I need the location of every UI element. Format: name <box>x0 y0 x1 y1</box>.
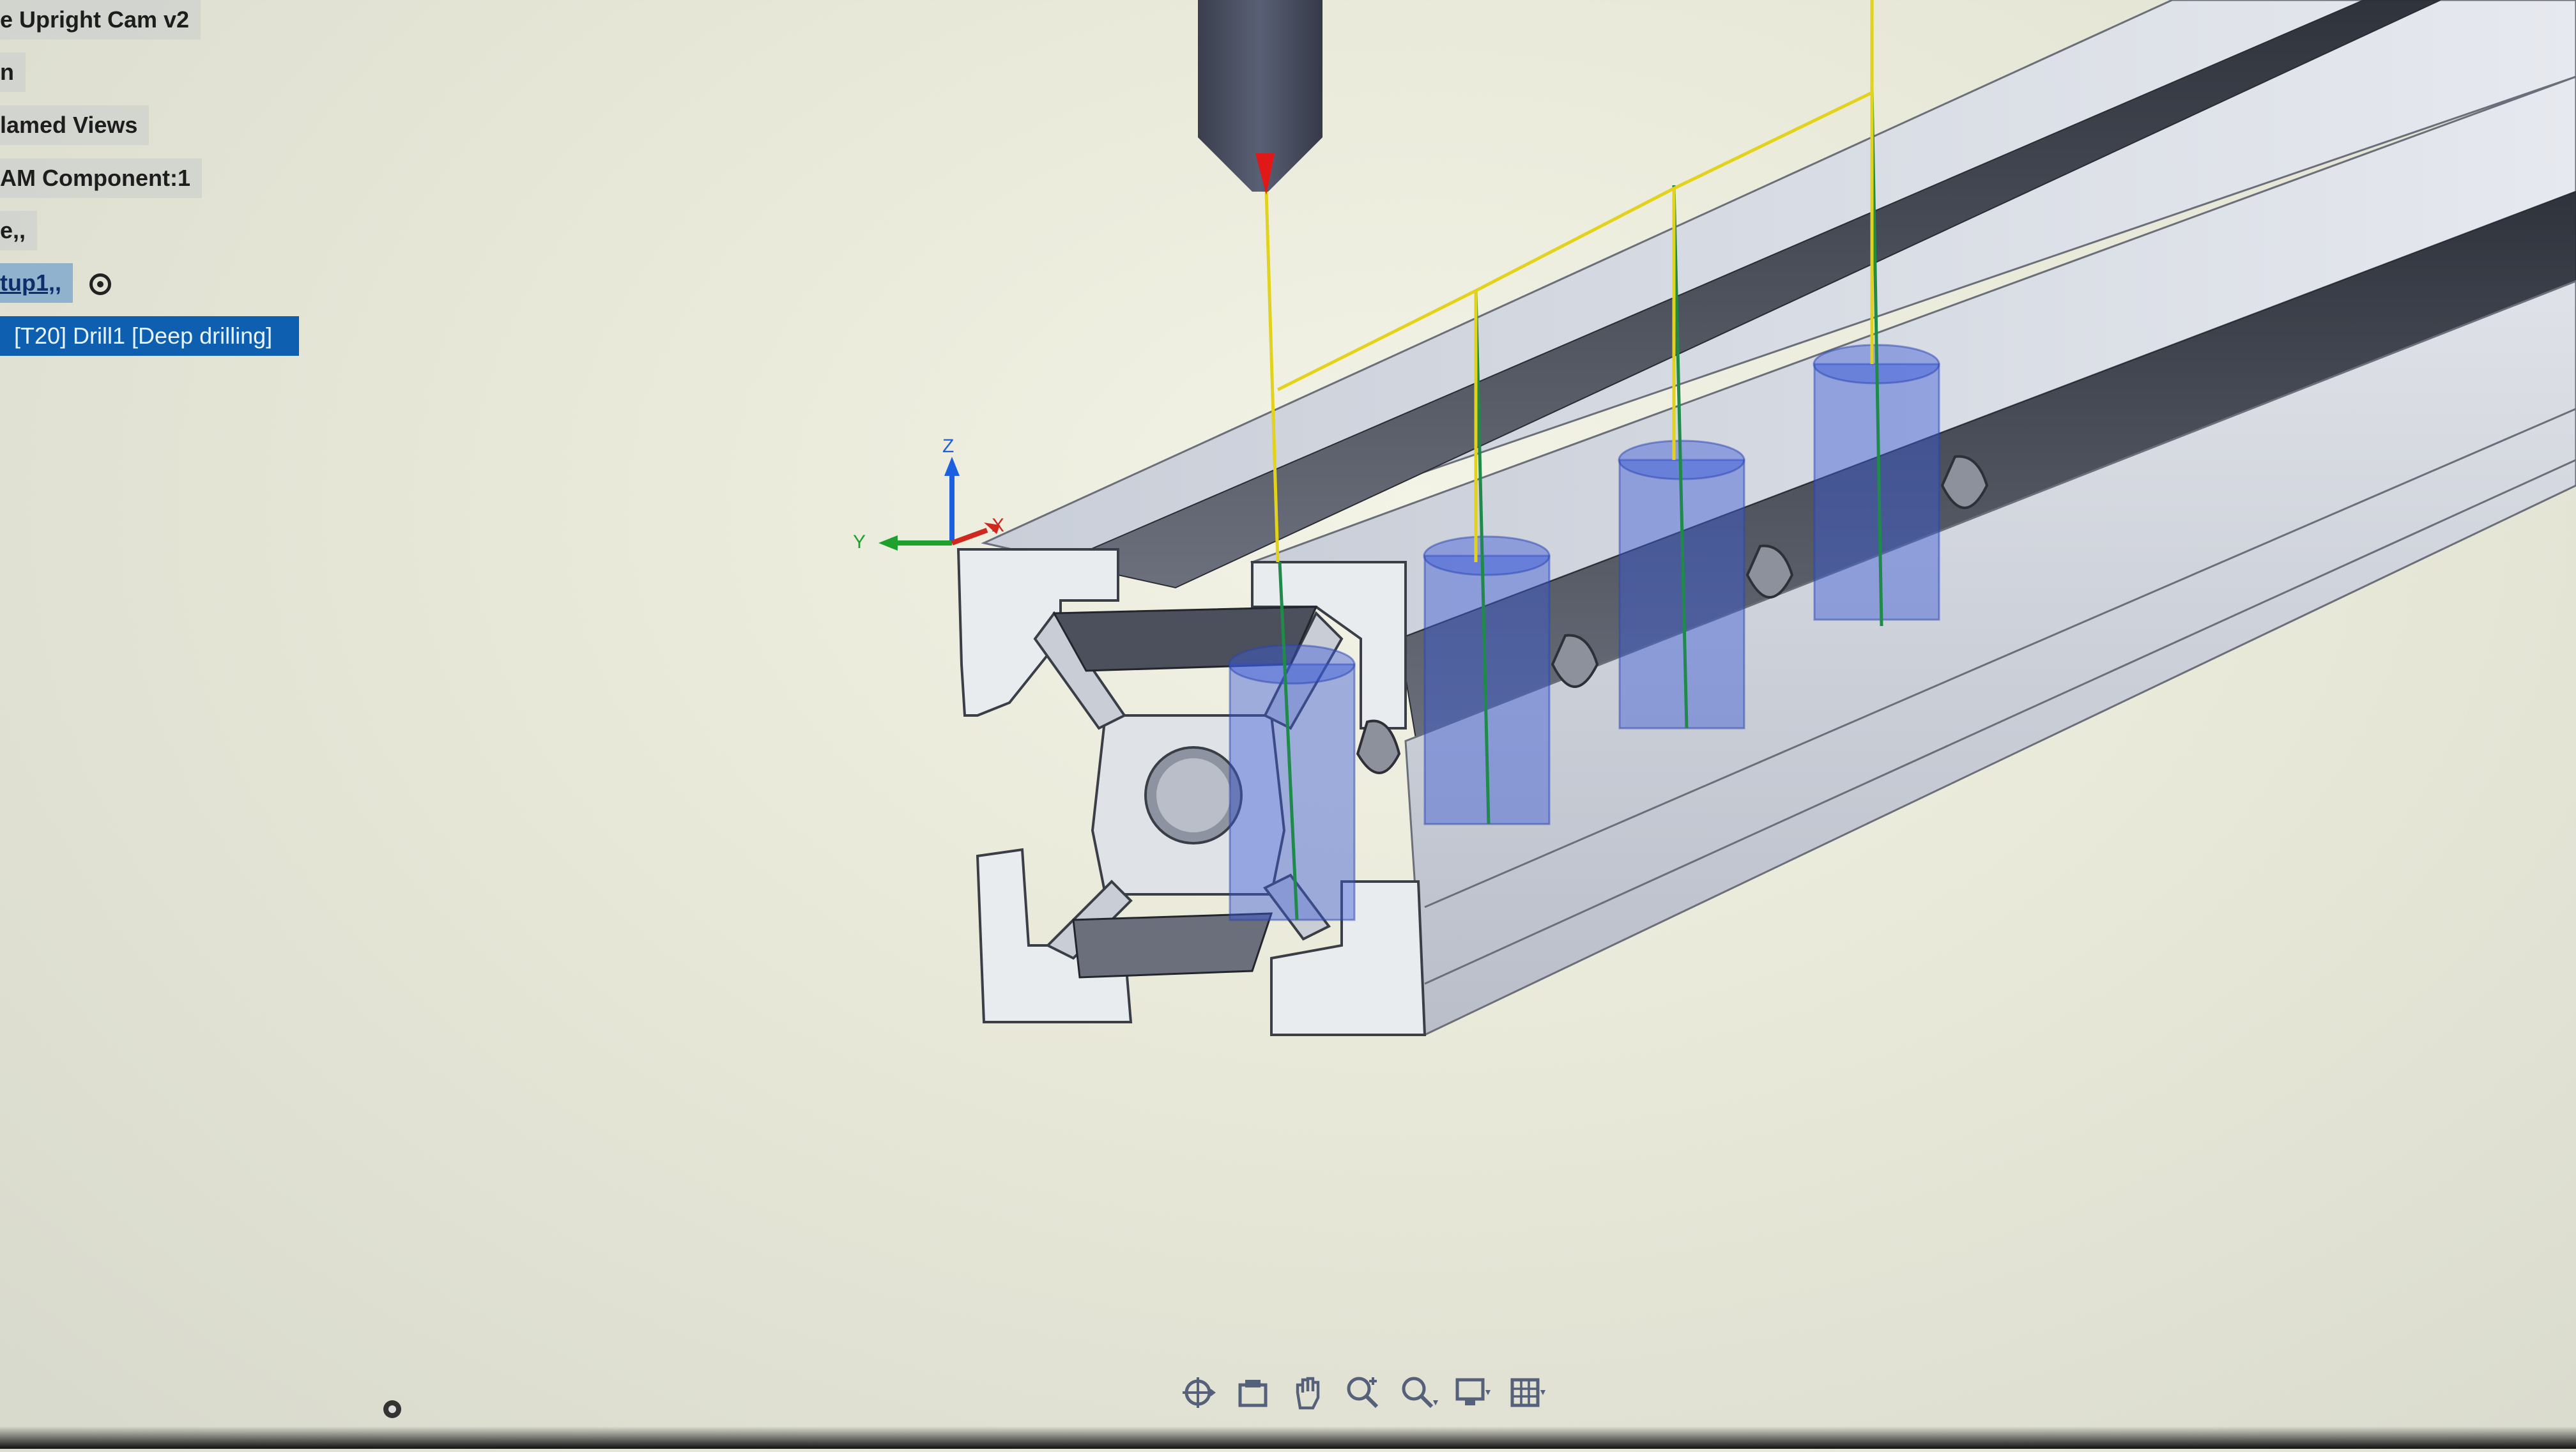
fit-icon[interactable] <box>1395 1370 1440 1415</box>
look-at-icon[interactable] <box>1230 1370 1275 1415</box>
tree-item-document[interactable]: e Upright Cam v2 <box>0 0 201 40</box>
viewport-canvas[interactable]: Z Y X <box>0 0 2576 1449</box>
navigation-toolbar <box>1176 1367 1550 1418</box>
status-indicator-icon[interactable] <box>383 1400 401 1418</box>
tree-item-units[interactable]: n <box>0 52 26 92</box>
axis-triad: Z Y X <box>853 436 1004 553</box>
axis-z-label: Z <box>942 436 954 457</box>
grid-settings-icon[interactable] <box>1505 1370 1550 1415</box>
tree-item-setup1[interactable]: tup1,, <box>0 263 73 303</box>
tree-item-partial[interactable]: e,, <box>0 211 38 250</box>
orbit-icon[interactable] <box>1176 1370 1220 1415</box>
zoom-window-icon[interactable] <box>1340 1370 1385 1415</box>
tree-item-cam-component[interactable]: AM Component:1 <box>0 158 202 198</box>
axis-y-label: Y <box>853 531 866 553</box>
display-settings-icon[interactable] <box>1450 1370 1495 1415</box>
browser-tree: e Upright Cam v2 n lamed Views AM Compon… <box>0 0 358 383</box>
axis-x-label: X <box>992 515 1004 536</box>
tree-item-drill-operation[interactable]: [T20] Drill1 [Deep drilling] <box>0 316 300 356</box>
pan-icon[interactable] <box>1285 1370 1330 1415</box>
visibility-icon[interactable] <box>89 273 111 295</box>
drill-tool <box>1198 0 1322 195</box>
tree-item-named-views[interactable]: lamed Views <box>0 105 150 145</box>
cam-viewport[interactable]: Z Y X <box>0 0 2576 1449</box>
